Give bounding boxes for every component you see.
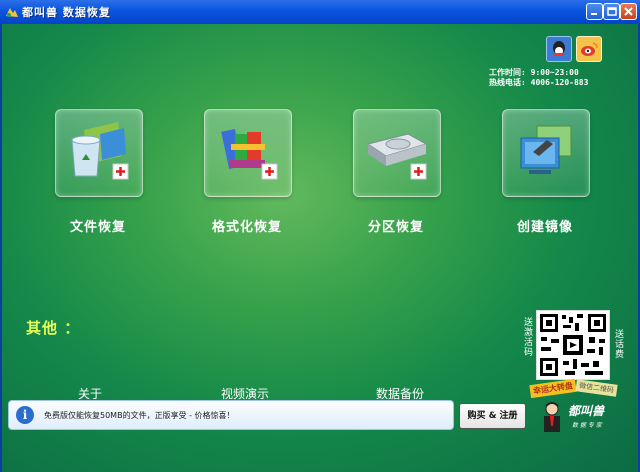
maximize-button[interactable]: [603, 3, 620, 20]
qr-code-icon: [540, 314, 606, 376]
brand-logo: 都叫兽 数 据 专 家: [536, 400, 632, 434]
weibo-icon[interactable]: [576, 36, 602, 62]
buy-register-button[interactable]: 购买 & 注册: [459, 403, 526, 429]
app-logo-icon: [6, 8, 18, 17]
format-recovery-button[interactable]: [204, 109, 292, 197]
maximize-icon: [607, 7, 617, 16]
status-message: 免费版仅能恢复50MB的文件，正版享受 - 价格惊喜！: [44, 411, 235, 420]
archive-books-icon: [221, 128, 278, 180]
hotline-text: 热线电话: 4006-120-883: [489, 78, 589, 87]
info-icon: i: [16, 406, 34, 424]
recycle-bin-icon: [71, 122, 129, 180]
partition-recovery-button[interactable]: [353, 109, 441, 197]
create-image-button[interactable]: [502, 109, 590, 197]
brand-name: 都叫兽: [568, 404, 605, 418]
minimize-icon: [591, 13, 597, 15]
info-bar: i 免费版仅能恢复50MB的文件，正版享受 - 价格惊喜！: [8, 400, 454, 430]
qr-code: [536, 310, 610, 380]
title-bar[interactable]: 都叫兽 数据恢复: [0, 0, 640, 25]
format-recovery-label: 格式化恢复: [211, 220, 282, 235]
qr-promo[interactable]: 送激活码 送话费 幸运大转盘 微信二维码: [522, 304, 634, 408]
brand-tagline: 数 据 专 家: [572, 422, 602, 429]
app-window: 都叫兽 数据恢复 工作时间: 9:00~23:00 热线电话: 4006-120…: [0, 0, 640, 472]
create-image-label: 创建镜像: [516, 220, 573, 235]
lucky-wheel-ribbon[interactable]: 幸运大转盘: [529, 378, 577, 399]
other-section-title: 其他 ：: [26, 319, 81, 337]
partition-recovery-label: 分区恢复: [367, 220, 424, 235]
qq-icon[interactable]: [546, 36, 572, 62]
close-icon: [624, 7, 633, 16]
window-title: 都叫兽 数据恢复: [22, 6, 111, 19]
monitor-image-icon: [520, 125, 572, 174]
file-recovery-label: 文件恢复: [69, 220, 126, 235]
promo-left-text: 送激活码: [523, 318, 533, 358]
file-recovery-button[interactable]: [55, 109, 143, 197]
minimize-button[interactable]: [586, 3, 603, 20]
mascot-icon: [544, 402, 560, 432]
wechat-qr-ribbon: 微信二维码: [575, 379, 618, 397]
close-button[interactable]: [620, 3, 637, 20]
promo-right-text: 送话费: [614, 330, 624, 360]
hard-drive-icon: [366, 133, 428, 180]
